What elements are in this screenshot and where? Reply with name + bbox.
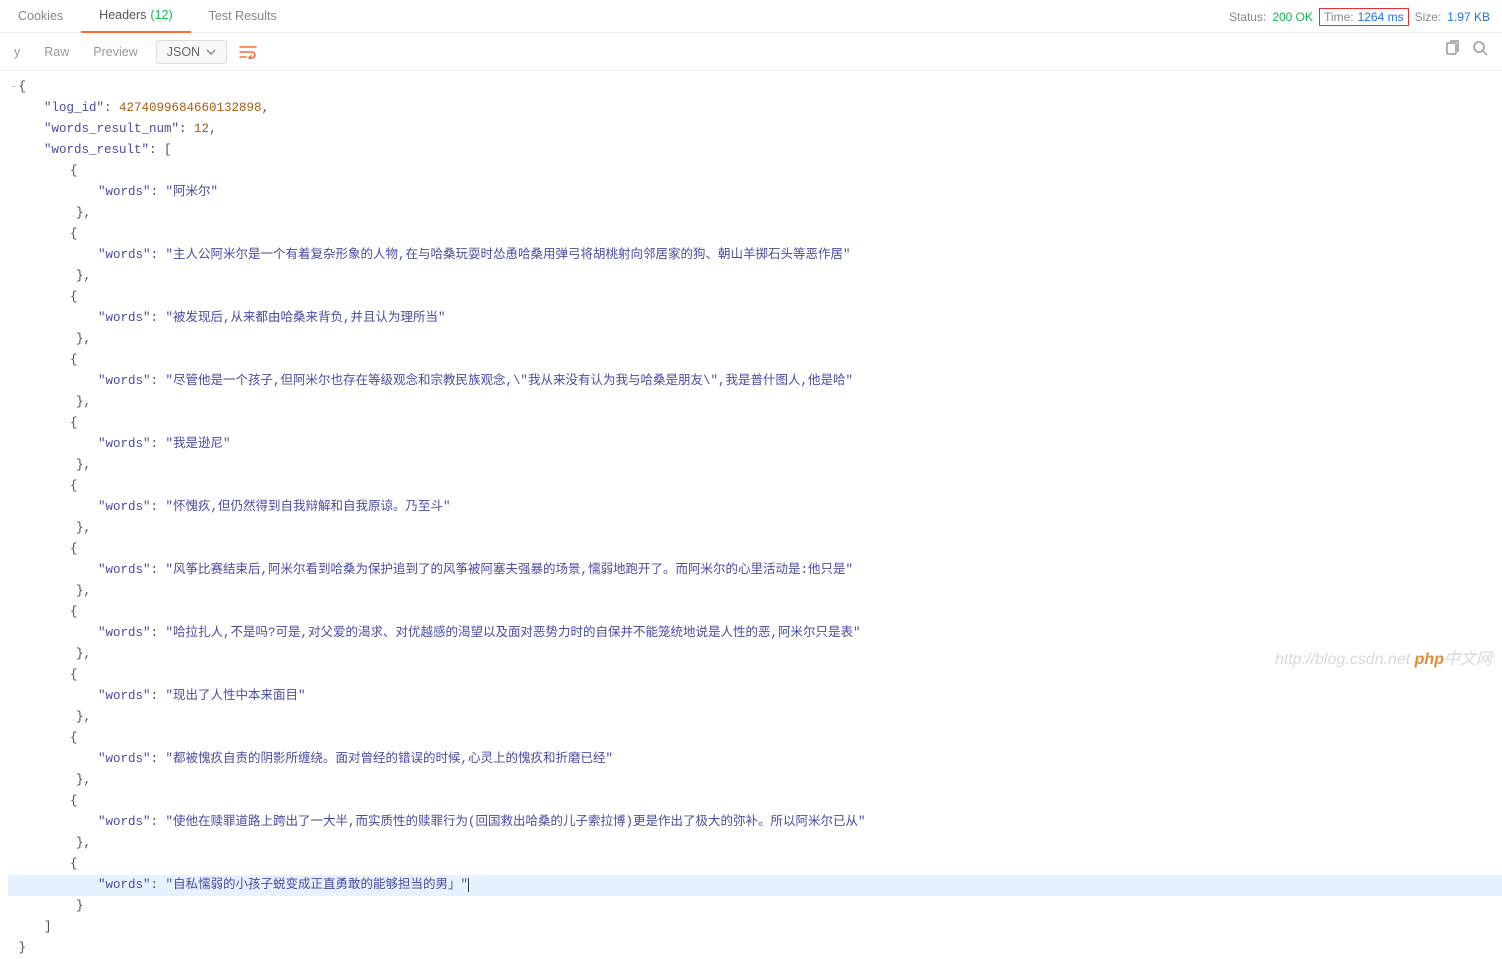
chevron-down-icon xyxy=(206,47,216,57)
search-icon[interactable] xyxy=(1472,40,1488,56)
tab-headers[interactable]: Headers (12) xyxy=(81,0,190,33)
time-label: Time: xyxy=(1324,10,1354,24)
copy-icon[interactable] xyxy=(1444,40,1460,56)
watermark-url: http://blog.csdn.net xyxy=(1275,651,1410,668)
headers-count: (12) xyxy=(150,8,172,22)
time-value: 1264 ms xyxy=(1358,10,1404,24)
watermark-php: php xyxy=(1415,651,1444,668)
tab-headers-label: Headers xyxy=(99,8,146,22)
response-meta: Status: 200 OK Time: 1264 ms Size: 1.97 … xyxy=(1229,0,1490,33)
size-value: 1.97 KB xyxy=(1447,10,1490,24)
time-highlight: Time: 1264 ms xyxy=(1319,8,1409,26)
watermark-cn: 中文网 xyxy=(1444,651,1492,668)
size-label: Size: xyxy=(1415,10,1442,24)
format-dropdown[interactable]: JSON xyxy=(156,40,227,64)
response-tabs: Cookies Headers (12) Test Results Status… xyxy=(0,0,1502,33)
tab-cookies[interactable]: Cookies xyxy=(0,0,81,33)
pretty-tab-partial[interactable]: y xyxy=(8,45,26,59)
format-dropdown-label: JSON xyxy=(167,45,200,59)
raw-tab[interactable]: Raw xyxy=(38,45,75,59)
wrap-lines-button[interactable] xyxy=(239,45,257,59)
status-value: 200 OK xyxy=(1272,10,1313,24)
body-toolbar: y Raw Preview JSON xyxy=(0,33,1502,71)
response-body[interactable]: - {"log_id": 4274099684660132898,"words_… xyxy=(0,71,1502,959)
preview-tab[interactable]: Preview xyxy=(87,45,143,59)
watermark: http://blog.csdn.net php中文网 xyxy=(1275,645,1492,669)
body-actions xyxy=(1444,40,1488,56)
status-label: Status: xyxy=(1229,10,1266,24)
tab-test-results[interactable]: Test Results xyxy=(191,0,295,33)
wrap-icon xyxy=(239,45,257,59)
